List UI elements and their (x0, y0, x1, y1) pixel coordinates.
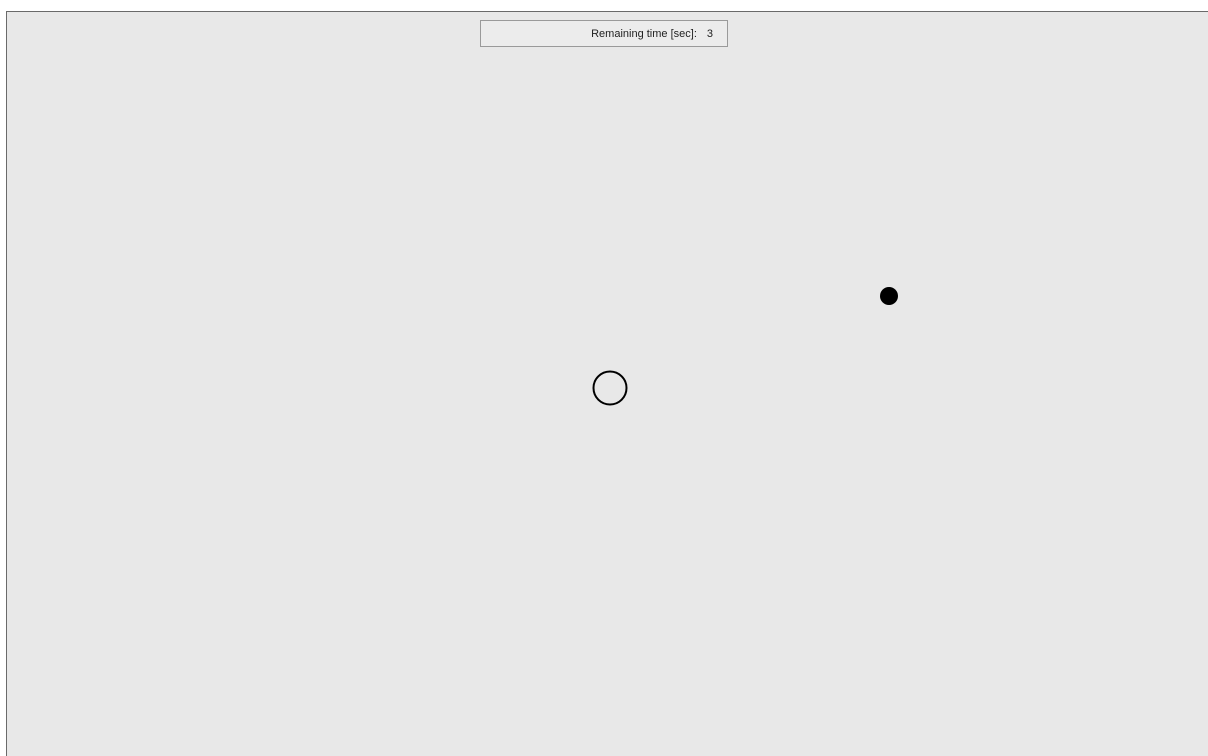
cursor-dot-icon (880, 287, 898, 305)
task-window: Remaining time [sec]: 3 (6, 11, 1208, 756)
target-ring-icon[interactable] (592, 370, 628, 406)
task-field[interactable] (7, 12, 1207, 755)
